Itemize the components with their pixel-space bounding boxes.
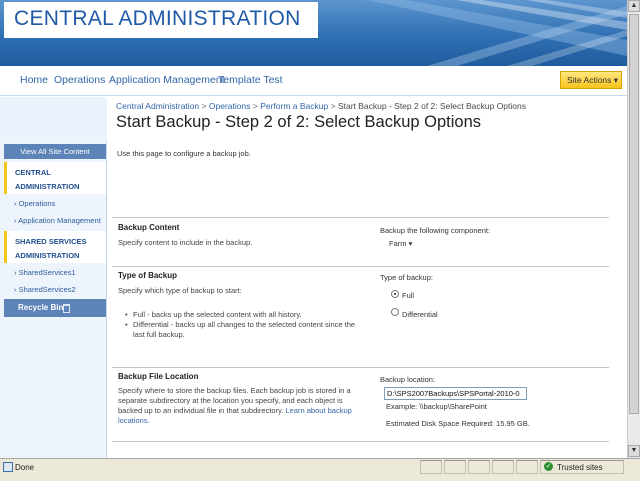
topnav-home[interactable]: Home <box>20 74 48 86</box>
radio-full[interactable] <box>391 290 399 298</box>
nav-heading-shared-services[interactable]: SHARED SERVICES ADMINISTRATION <box>4 231 106 263</box>
left-header-fill <box>0 97 107 141</box>
estimated-disk-space: Estimated Disk Space Required: 15.95 GB. <box>386 419 530 428</box>
topnav-operations[interactable]: Operations <box>54 74 105 86</box>
breadcrumb-perform-backup[interactable]: Perform a Backup <box>260 101 328 111</box>
page: CENTRAL ADMINISTRATION Home Operations A… <box>0 0 640 481</box>
bullet-differential: Differential - backs up all changes to t… <box>125 320 363 339</box>
section-desc-backup-content: Specify content to include in the backup… <box>118 238 253 247</box>
intro-text: Use this page to configure a backup job. <box>117 149 251 158</box>
location-example: Example: \\backup\SharePoint <box>386 402 487 411</box>
view-all-site-content-link[interactable]: View All Site Content <box>4 144 106 159</box>
status-cell <box>516 460 538 474</box>
topnav-template-test[interactable]: Template Test <box>218 74 283 86</box>
top-navigation: Home Operations Application Management T… <box>0 66 627 96</box>
breadcrumb-current: Start Backup - Step 2 of 2: Select Backu… <box>337 101 526 111</box>
breadcrumb-separator: > <box>201 101 207 111</box>
section-title-backup-file-location: Backup File Location <box>118 372 199 381</box>
site-title[interactable]: CENTRAL ADMINISTRATION <box>14 7 301 31</box>
sidebar-item-sharedservices1[interactable]: › SharedServices1 <box>14 268 76 277</box>
banner: CENTRAL ADMINISTRATION <box>0 0 627 66</box>
scroll-up-arrow-icon[interactable]: ▲ <box>628 0 640 12</box>
section-desc-type-of-backup: Specify which type of backup to start: <box>118 286 242 295</box>
breadcrumb-separator: > <box>252 101 258 111</box>
scroll-down-arrow-icon[interactable]: ▼ <box>628 445 640 457</box>
site-actions-button[interactable]: Site Actions ▾ <box>560 71 622 89</box>
section-title-type-of-backup: Type of Backup <box>118 271 177 280</box>
radio-differential-label[interactable]: Differential <box>402 310 438 319</box>
brand-box: CENTRAL ADMINISTRATION <box>4 2 318 38</box>
section-divider <box>112 441 609 442</box>
vertical-scrollbar[interactable]: ▲ ▼ <box>627 0 640 458</box>
scrollbar-thumb[interactable] <box>629 14 639 414</box>
sidebar-item-operations[interactable]: › Operations <box>14 199 55 208</box>
component-label: Backup the following component: <box>380 226 491 235</box>
backup-location-input[interactable]: D:\SPS2007Backups\SPSPortal-2010-0 <box>384 387 527 400</box>
page-title: Start Backup - Step 2 of 2: Select Backu… <box>116 113 482 131</box>
section-title-backup-content: Backup Content <box>118 223 180 232</box>
section-divider <box>112 217 609 218</box>
status-cell <box>492 460 514 474</box>
check-icon: ✓ <box>544 462 553 471</box>
chevron-down-icon: ▾ <box>408 239 413 248</box>
breadcrumb-separator: > <box>330 101 336 111</box>
bullet-full: Full - backs up the selected content wit… <box>125 310 363 320</box>
site-actions-label: Site Actions <box>567 75 612 85</box>
status-cell <box>420 460 442 474</box>
breadcrumb-central-administration[interactable]: Central Administration <box>116 101 199 111</box>
section-divider <box>112 367 609 368</box>
section-divider <box>112 266 609 267</box>
recycle-bin-link[interactable]: Recycle Bin <box>4 299 106 317</box>
section-desc-backup-file-location: Specify where to store the backup files.… <box>118 386 352 425</box>
sidebar-item-sharedservices2[interactable]: › SharedServices2 <box>14 285 76 294</box>
component-selector[interactable]: Farm ▾ <box>389 239 412 248</box>
breadcrumb-operations[interactable]: Operations <box>209 101 251 111</box>
status-cell <box>468 460 490 474</box>
trash-icon <box>63 304 70 313</box>
status-text: Done <box>15 463 35 472</box>
banner-decoration <box>367 0 627 66</box>
topnav-application-management[interactable]: Application Management <box>109 74 225 86</box>
breadcrumb: Central Administration > Operations > Pe… <box>116 101 526 111</box>
sidebar-item-application-management[interactable]: › Application Management <box>14 216 101 225</box>
location-label: Backup location: <box>380 375 436 384</box>
nav-heading-central-administration[interactable]: CENTRAL ADMINISTRATION <box>4 162 106 194</box>
chevron-down-icon: ▾ <box>613 75 619 85</box>
type-label: Type of backup: <box>380 273 433 282</box>
radio-full-label[interactable]: Full <box>402 291 414 300</box>
page-icon <box>3 462 13 472</box>
status-cell <box>444 460 466 474</box>
security-zone-text: Trusted sites <box>557 463 603 472</box>
radio-differential[interactable] <box>391 308 399 316</box>
